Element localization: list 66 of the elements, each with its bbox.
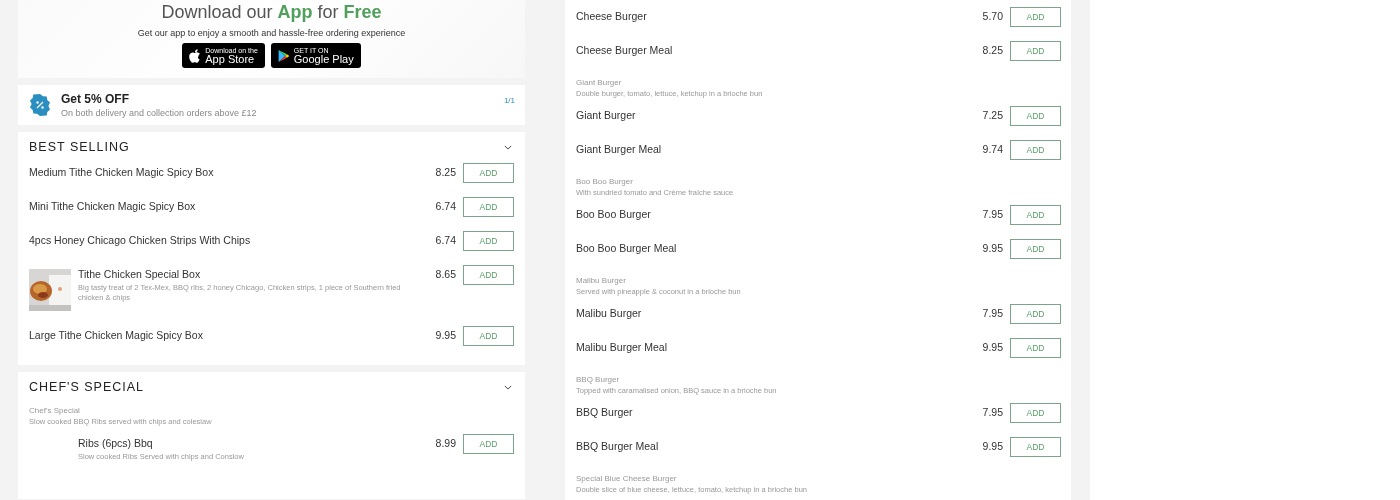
offer-text: On both delivery and collection orders above £12: [61, 108, 258, 118]
item-name: Mini Tithe Chicken Magic Spicy Box: [29, 199, 197, 212]
add-button[interactable]: ADD: [1010, 7, 1061, 27]
group-name: Chef's Special: [29, 406, 81, 415]
item-price: 8.65: [434, 267, 456, 280]
item-name: Cheese Burger Meal: [576, 43, 674, 56]
add-button[interactable]: ADD: [1010, 403, 1061, 423]
add-button[interactable]: ADD: [1010, 205, 1061, 225]
item-name: Boo Boo Burger: [576, 207, 652, 220]
item-name: Large Tithe Chicken Magic Spicy Box: [29, 328, 204, 341]
group-name: Special Blue Cheese Burger: [576, 474, 678, 483]
item-price: 8.25: [981, 43, 1003, 56]
item-price: 6.74: [434, 233, 456, 246]
add-button[interactable]: ADD: [1010, 239, 1061, 259]
item-name: Medium Tithe Chicken Magic Spicy Box: [29, 165, 215, 178]
add-button[interactable]: ADD: [1010, 41, 1061, 61]
item-price: 7.95: [981, 306, 1003, 319]
add-button[interactable]: ADD: [1010, 304, 1061, 324]
add-button[interactable]: ADD: [463, 163, 514, 183]
add-button[interactable]: ADD: [1010, 338, 1061, 358]
item-name: Giant Burger Meal: [576, 142, 663, 155]
banner-title: Download our App for Free: [161, 2, 382, 23]
item-name: Boo Boo Burger Meal: [576, 241, 678, 254]
chevron-icon[interactable]: [504, 144, 512, 150]
offer-counter: 1/1: [503, 96, 515, 105]
item-price: 8.25: [434, 165, 456, 178]
item-name: BBQ Burger: [576, 405, 634, 418]
item-price: 7.95: [981, 405, 1003, 418]
offer-title: Get 5% OFF: [61, 92, 130, 106]
item-price: 9.95: [981, 241, 1003, 254]
item-name: Cheese Burger: [576, 9, 648, 22]
item-price: 7.25: [981, 108, 1003, 121]
add-button[interactable]: ADD: [1010, 437, 1061, 457]
discount-icon: [28, 93, 52, 117]
add-button[interactable]: ADD: [1010, 140, 1061, 160]
section-title: CHEF'S SPECIAL: [29, 380, 145, 394]
item-price: 7.95: [981, 207, 1003, 220]
item-price: 9.95: [434, 328, 456, 341]
add-button[interactable]: ADD: [463, 326, 514, 346]
item-name: Ribs (6pcs) Bbq: [78, 436, 154, 449]
item-price: 5.70: [981, 9, 1003, 22]
add-button[interactable]: ADD: [463, 231, 514, 251]
item-price: 9.95: [981, 439, 1003, 452]
apple-icon: [189, 48, 202, 63]
add-button[interactable]: ADD: [463, 197, 514, 217]
group-name: Boo Boo Burger: [576, 177, 634, 186]
group-name: BBQ Burger: [576, 375, 621, 384]
add-button[interactable]: ADD: [1010, 106, 1061, 126]
add-button[interactable]: ADD: [463, 265, 514, 285]
item-price: 9.74: [981, 142, 1003, 155]
item-price: 9.95: [981, 340, 1003, 353]
item-name: Malibu Burger: [576, 306, 643, 319]
chevron-icon[interactable]: [504, 384, 512, 390]
add-button[interactable]: ADD: [463, 434, 514, 454]
section-title: BEST SELLING: [29, 140, 130, 154]
play-icon: [277, 48, 290, 63]
item-name: Malibu Burger Meal: [576, 340, 669, 353]
item-price: 6.74: [434, 199, 456, 212]
group-name: Malibu Burger: [576, 276, 627, 285]
item-name: Tithe Chicken Special Box: [78, 267, 202, 280]
item-price: 8.99: [434, 436, 456, 449]
banner-subtitle: Get our app to enjoy a smooth and hassle-free ordering experience: [137, 28, 406, 38]
item-name: 4pcs Honey Chicago Chicken Strips With Chips: [29, 233, 252, 246]
item-name: Giant Burger: [576, 108, 637, 121]
group-name: Giant Burger: [576, 78, 623, 87]
item-name: BBQ Burger Meal: [576, 439, 660, 452]
